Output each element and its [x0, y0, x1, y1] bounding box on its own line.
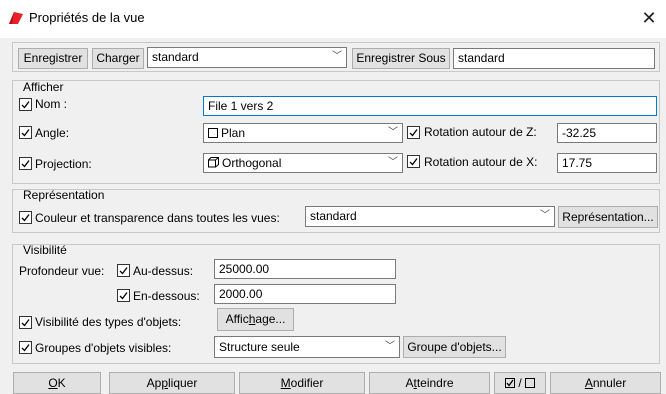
groups-label: Groupes d'objets visibles:	[35, 341, 172, 355]
representation-title: Représentation	[23, 188, 105, 202]
modify-button[interactable]: Modifier	[239, 372, 365, 394]
cube-icon	[208, 155, 219, 173]
rotation-z-input[interactable]: -32.25	[557, 123, 657, 143]
rotation-z-checkbox[interactable]	[407, 126, 420, 139]
checked-box-icon	[505, 374, 516, 394]
angle-label: Angle:	[35, 126, 70, 140]
visibilite-title: Visibilité	[23, 243, 67, 257]
depth-label: Profondeur vue:	[19, 264, 105, 278]
above-checkbox[interactable]	[117, 264, 130, 277]
save-button[interactable]: Enregistrer	[18, 48, 88, 69]
below-label: En-dessous:	[133, 289, 200, 303]
apply-accel: p	[161, 376, 168, 390]
groups-checkbox[interactable]	[19, 341, 32, 354]
rotation-x-input[interactable]: 17.75	[557, 153, 657, 173]
rotation-z-label: Rotation autour de Z:	[424, 125, 537, 139]
name-label: Nom :	[35, 97, 68, 111]
cancel-post: nnuler	[592, 376, 627, 390]
above-label: Au-dessus:	[133, 264, 194, 278]
name-input[interactable]: File 1 vers 2	[203, 96, 657, 116]
cancel-button[interactable]: Annuler	[550, 372, 661, 394]
reach-button[interactable]: Atteindre	[369, 372, 490, 394]
modify-accel: M	[280, 376, 291, 390]
below-input[interactable]: 2000.00	[214, 284, 396, 304]
color-checkbox[interactable]	[19, 211, 32, 224]
load-button[interactable]: Charger	[92, 48, 144, 69]
projection-label: Projection:	[35, 157, 92, 171]
toggle-slash: /	[518, 376, 522, 390]
ok-accel: O	[48, 376, 58, 390]
close-icon[interactable]: ✕	[638, 6, 660, 30]
apply-button[interactable]: Appliquer	[109, 372, 235, 394]
below-checkbox[interactable]	[117, 289, 130, 302]
save-as-button[interactable]: Enregistrer Sous	[352, 48, 450, 69]
afficher-title: Afficher	[23, 80, 64, 94]
groups-select[interactable]: Structure seule ﹀	[214, 336, 400, 358]
angle-checkbox[interactable]	[19, 126, 32, 139]
save-as-name-input[interactable]: standard	[453, 48, 655, 69]
color-select[interactable]: standard ﹀	[305, 206, 555, 227]
display-button-pre: Affic	[225, 312, 249, 326]
app-icon	[8, 11, 24, 28]
apply-pre: Ap	[146, 376, 162, 390]
projection-value: Orthogonal	[222, 156, 282, 170]
preset-value: standard	[152, 50, 199, 64]
types-checkbox[interactable]	[19, 316, 32, 329]
ok-post: K	[57, 376, 66, 390]
ok-button[interactable]: OK	[13, 372, 101, 394]
chevron-down-icon: ﹀	[332, 51, 342, 62]
object-groups-button[interactable]: Groupe d'objets...	[403, 336, 506, 358]
reach-post: teindre	[416, 376, 454, 390]
projection-checkbox[interactable]	[19, 157, 32, 170]
toggle-checkboxes-button[interactable]: /	[494, 372, 546, 394]
rotation-x-checkbox[interactable]	[407, 155, 420, 168]
angle-select[interactable]: Plan ﹀	[203, 123, 403, 143]
chevron-down-icon: ﹀	[540, 210, 550, 221]
display-button-post: age...	[255, 312, 286, 326]
types-label: Visibilité des types d'objets:	[35, 315, 182, 329]
projection-select[interactable]: Orthogonal ﹀	[203, 153, 403, 173]
groups-value: Structure seule	[219, 340, 300, 354]
color-value: standard	[310, 209, 357, 223]
angle-value: Plan	[221, 126, 246, 140]
apply-post: liquer	[168, 376, 198, 390]
empty-box-icon	[524, 374, 535, 394]
chevron-down-icon: ﹀	[385, 341, 395, 352]
chevron-down-icon: ﹀	[388, 157, 398, 168]
chevron-down-icon: ﹀	[388, 127, 398, 138]
color-label: Couleur et transparence dans toutes les …	[35, 211, 280, 225]
display-button[interactable]: Affichage...	[217, 308, 294, 331]
rotation-x-label: Rotation autour de X:	[424, 155, 538, 169]
modify-post: odifier	[290, 376, 324, 390]
name-checkbox[interactable]	[19, 98, 32, 111]
window-title: Propriétés de la vue	[29, 10, 145, 25]
above-input[interactable]: 25000.00	[214, 259, 396, 279]
square-icon	[208, 125, 218, 143]
cancel-accel: A	[584, 376, 593, 390]
preset-select[interactable]: standard ﹀	[147, 47, 347, 68]
representation-button[interactable]: Représentation...	[558, 206, 658, 228]
